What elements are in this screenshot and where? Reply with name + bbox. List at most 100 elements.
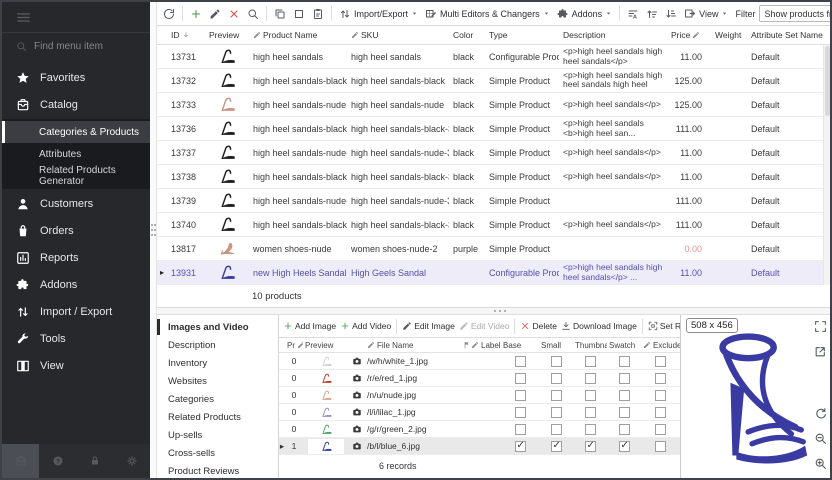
base-checkbox[interactable]: [515, 390, 526, 401]
sort-descending-button[interactable]: [662, 6, 680, 22]
column-header-color[interactable]: Color: [449, 30, 485, 40]
swatch-checkbox[interactable]: [619, 390, 630, 401]
small-checkbox[interactable]: [551, 356, 562, 367]
thumbnail-checkbox[interactable]: [585, 407, 596, 418]
sidebar-item-related-products-generator[interactable]: Related Products Generator: [2, 165, 150, 187]
exclude-checkbox[interactable]: [655, 373, 666, 384]
sidebar-item-categories-products[interactable]: Categories & Products: [2, 121, 150, 143]
sidebar-item-view[interactable]: View: [2, 352, 150, 379]
tab-inventory[interactable]: Inventory: [157, 354, 278, 372]
table-row[interactable]: 13739high heel sandals-nude-37high heel …: [157, 189, 830, 213]
zoom-out-button[interactable]: [814, 432, 827, 448]
tab-description[interactable]: Description: [157, 336, 278, 354]
search-button[interactable]: [244, 6, 262, 22]
column-header-file-name[interactable]: File Name: [365, 341, 461, 350]
sidebar-splitter[interactable]: [150, 2, 157, 478]
tab-websites[interactable]: Websites: [157, 372, 278, 390]
column-header-position[interactable]: Pr: [285, 341, 303, 350]
base-checkbox[interactable]: [515, 356, 526, 367]
edit-product-button[interactable]: [206, 6, 224, 22]
column-header-swatch[interactable]: Swatch: [607, 341, 641, 350]
rotate-image-button[interactable]: [814, 407, 827, 423]
settings-button[interactable]: [113, 455, 150, 467]
table-row[interactable]: 13737high heel sandals-nude-36high heel …: [157, 141, 830, 165]
addons-menu[interactable]: Addons: [554, 6, 616, 22]
open-external-button[interactable]: [814, 345, 827, 361]
sidebar-item-attributes[interactable]: Attributes: [2, 143, 150, 165]
table-row[interactable]: 13731high heel sandalshigh heel sandalsb…: [157, 45, 830, 69]
column-header-preview[interactable]: Preview: [205, 30, 249, 40]
small-checkbox[interactable]: [551, 390, 562, 401]
base-checkbox[interactable]: [515, 407, 526, 418]
category-filter-select[interactable]: Show products from selected categories: [759, 5, 832, 22]
table-row[interactable]: 13736high heel sandals-black-36high heel…: [157, 117, 830, 141]
add-image-button[interactable]: Add Image: [281, 320, 338, 332]
base-checkbox[interactable]: [515, 424, 526, 435]
column-header-type[interactable]: Type: [485, 30, 559, 40]
sidebar-item-addons[interactable]: Addons: [2, 271, 150, 298]
add-video-button[interactable]: Add Video: [338, 320, 393, 332]
swatch-checkbox[interactable]: [619, 441, 630, 452]
exclude-checkbox[interactable]: [655, 441, 666, 452]
sidebar-item-catalog[interactable]: Catalog: [2, 91, 150, 118]
menu-toggle-button[interactable]: [2, 2, 150, 32]
column-header-attribute-set-name[interactable]: Attribute Set Name: [747, 30, 823, 40]
swatch-checkbox[interactable]: [619, 373, 630, 384]
refresh-button[interactable]: [160, 6, 178, 22]
thumbnail-checkbox[interactable]: [585, 373, 596, 384]
tab-categories[interactable]: Categories: [157, 390, 278, 408]
store-button[interactable]: [2, 444, 39, 478]
exclude-checkbox[interactable]: [655, 407, 666, 418]
copy-button[interactable]: [271, 6, 289, 22]
fit-screen-button[interactable]: [814, 320, 827, 336]
sidebar-item-customers[interactable]: Customers: [2, 190, 150, 217]
thumbnail-checkbox[interactable]: [585, 356, 596, 367]
image-row[interactable]: 0/w/h/white_1.jpg: [279, 353, 680, 370]
autofit-columns-button[interactable]: A: [624, 6, 642, 22]
column-header-base[interactable]: Base: [501, 341, 539, 350]
image-row[interactable]: 0/g/r/green_2.jpg: [279, 421, 680, 438]
thumbnail-checkbox[interactable]: [585, 390, 596, 401]
import-export-menu[interactable]: Import/Export: [336, 6, 421, 22]
tab-up-sells[interactable]: Up-sells: [157, 426, 278, 444]
add-product-button[interactable]: [187, 6, 205, 22]
tab-cross-sells[interactable]: Cross-sells: [157, 444, 278, 462]
set-resize-rule-button[interactable]: Set Resize Rule: [646, 320, 680, 332]
table-row[interactable]: 13740high heel sandals-black-38high heel…: [157, 213, 830, 237]
small-checkbox[interactable]: [551, 424, 562, 435]
sidebar-item-tools[interactable]: Tools: [2, 325, 150, 352]
column-header-weight[interactable]: Weight: [711, 30, 747, 40]
image-row[interactable]: ▸1/b/l/blue_6.jpg: [279, 438, 680, 455]
column-header-exclude[interactable]: Exclude: [641, 341, 680, 350]
image-row[interactable]: 0/l/i/lilac_1.jpg: [279, 404, 680, 421]
small-checkbox[interactable]: [551, 373, 562, 384]
image-row[interactable]: 0/r/e/red_1.jpg: [279, 370, 680, 387]
paste-button[interactable]: [309, 6, 327, 22]
sidebar-item-import-export[interactable]: Import / Export: [2, 298, 150, 325]
exclude-checkbox[interactable]: [655, 424, 666, 435]
scrollbar-thumb[interactable]: [825, 46, 830, 116]
tab-product-reviews[interactable]: Product Reviews: [157, 462, 278, 480]
base-checkbox[interactable]: [515, 373, 526, 384]
sort-ascending-button[interactable]: [643, 6, 661, 22]
table-row[interactable]: 13732high heel sandals-blackhigh heel sa…: [157, 69, 830, 93]
swatch-checkbox[interactable]: [619, 356, 630, 367]
image-row[interactable]: 0/n/u/nude.jpg: [279, 387, 680, 404]
thumbnail-checkbox[interactable]: [585, 424, 596, 435]
base-checkbox[interactable]: [515, 441, 526, 452]
column-header-sku[interactable]: SKU: [347, 30, 449, 40]
panes-splitter[interactable]: [157, 308, 830, 315]
sidebar-item-orders[interactable]: Orders: [2, 217, 150, 244]
swatch-checkbox[interactable]: [619, 407, 630, 418]
delete-image-button[interactable]: Delete: [518, 320, 559, 332]
select-cells-button[interactable]: [290, 6, 308, 22]
tab-images-and-video[interactable]: Images and Video: [157, 318, 278, 336]
exclude-checkbox[interactable]: [655, 356, 666, 367]
zoom-in-button[interactable]: [814, 457, 827, 473]
table-row[interactable]: 13733high heel sandals-nudehigh heel san…: [157, 93, 830, 117]
table-row[interactable]: 13738high heel sandals-black-37high heel…: [157, 165, 830, 189]
exclude-checkbox[interactable]: [655, 390, 666, 401]
view-menu[interactable]: View: [681, 6, 731, 22]
column-header-label-col[interactable]: Label: [469, 341, 501, 350]
column-header-id[interactable]: ID: [167, 30, 205, 40]
